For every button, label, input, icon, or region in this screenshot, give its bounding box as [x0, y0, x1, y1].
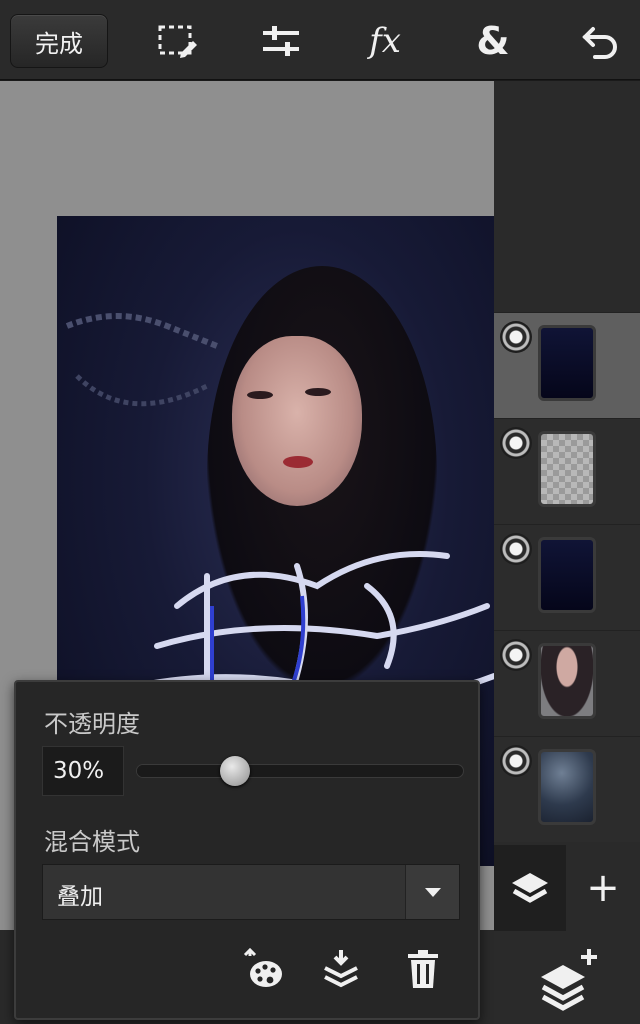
chevron-down-icon[interactable] — [405, 865, 459, 919]
trash-icon[interactable] — [398, 944, 448, 994]
layer-thumbnail — [538, 749, 596, 825]
add-layer-button[interactable]: + — [566, 845, 640, 931]
blend-layer-label: & — [476, 19, 510, 63]
blend-mode-value: 叠加 — [57, 884, 103, 910]
layer-visibility-radio[interactable] — [500, 321, 532, 353]
opacity-label: 不透明度 — [44, 710, 140, 738]
layer-visibility-radio[interactable] — [500, 639, 532, 671]
chain-decoration — [65, 313, 219, 407]
layer-item[interactable] — [494, 736, 640, 842]
blend-mode-select[interactable]: 叠加 — [42, 864, 460, 920]
new-layer-icon — [541, 948, 597, 1011]
right-eye — [305, 388, 331, 396]
top-toolbar: 完成 fx & — [0, 0, 640, 80]
layer-properties-panel: 不透明度 30% 混合模式 叠加 — [14, 680, 480, 1020]
layer-thumbnail — [538, 431, 596, 507]
palette-icon[interactable] — [238, 944, 288, 994]
layers-tab[interactable] — [494, 845, 566, 931]
lips — [283, 456, 313, 468]
merge-down-icon[interactable] — [316, 944, 366, 994]
left-eye — [247, 391, 273, 399]
done-button[interactable]: 完成 — [10, 14, 108, 68]
layer-item[interactable] — [494, 312, 640, 418]
layer-visibility-radio[interactable] — [500, 533, 532, 565]
layer-thumbnail — [538, 325, 596, 401]
adjust-icon[interactable] — [254, 16, 308, 66]
layer-thumbnail — [538, 537, 596, 613]
blend-layer-icon[interactable]: & — [466, 16, 520, 66]
layer-thumbnail — [538, 643, 596, 719]
fx-icon[interactable]: fx — [358, 16, 412, 66]
face-shape — [232, 336, 362, 506]
layer-visibility-radio[interactable] — [500, 745, 532, 777]
blend-mode-label: 混合模式 — [44, 828, 140, 856]
opacity-value-field[interactable]: 30% — [42, 746, 124, 796]
layers-icon — [512, 873, 548, 903]
fx-label: fx — [369, 21, 401, 61]
selection-icon[interactable] — [150, 16, 204, 66]
undo-icon[interactable] — [574, 16, 628, 66]
layer-item[interactable] — [494, 524, 640, 630]
opacity-slider[interactable] — [136, 756, 464, 786]
opacity-slider-thumb[interactable] — [220, 756, 250, 786]
add-icon: + — [586, 865, 620, 911]
new-layer-button[interactable] — [494, 931, 640, 1024]
layer-visibility-radio[interactable] — [500, 427, 532, 459]
layer-item[interactable] — [494, 630, 640, 736]
layer-item[interactable] — [494, 418, 640, 524]
